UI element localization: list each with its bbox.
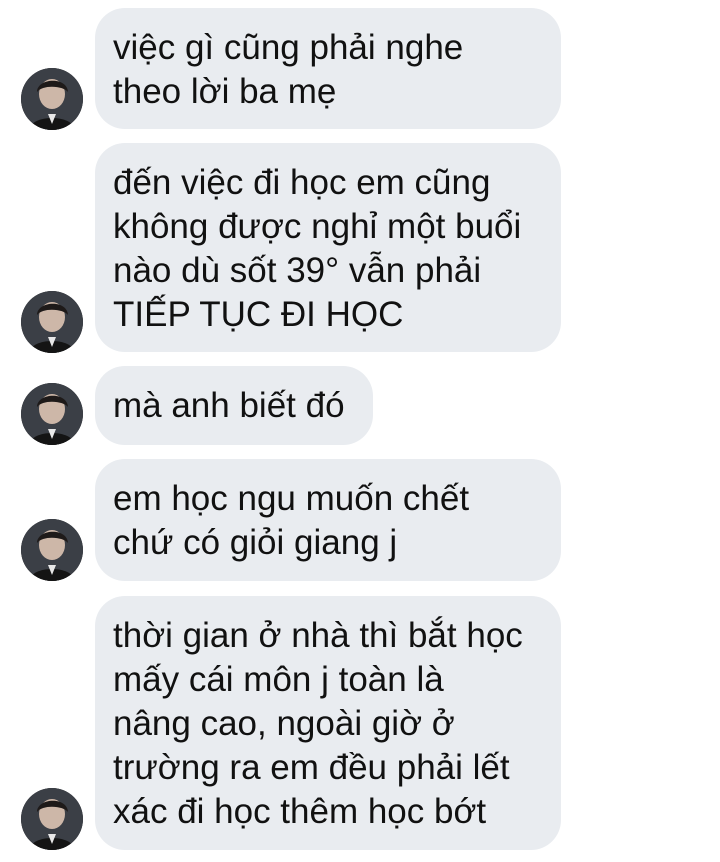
message-bubble[interactable]: đến việc đi học em cũng không được nghỉ … [95,143,561,352]
user-avatar-icon[interactable] [21,788,83,850]
user-avatar-icon[interactable] [21,519,83,581]
message-bubble[interactable]: em học ngu muốn chết chứ có giỏi giang j [95,459,561,581]
user-avatar-icon[interactable] [21,383,83,445]
message-bubble[interactable]: việc gì cũng phải nghe theo lời ba mẹ [95,8,561,129]
message-bubble[interactable]: thời gian ở nhà thì bắt học mấy cái môn … [95,596,561,850]
user-avatar-icon[interactable] [21,291,83,353]
user-avatar-icon[interactable] [21,68,83,130]
message-bubble[interactable]: mà anh biết đó [95,366,373,445]
